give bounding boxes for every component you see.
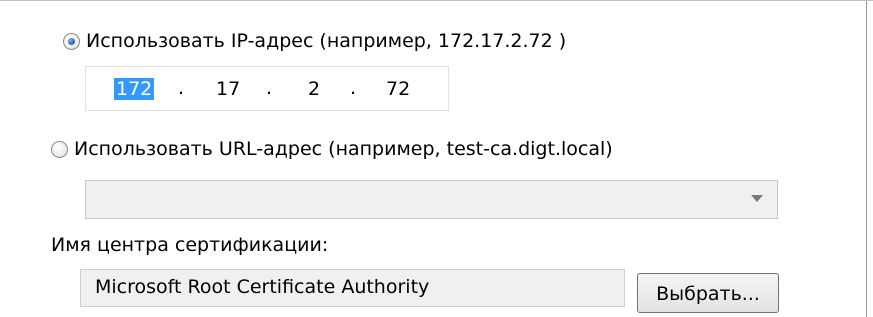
ip-octet-4[interactable]: 72 [386, 78, 410, 100]
choose-ca-button[interactable]: Выбрать... [637, 273, 779, 313]
ip-separator-3: . [350, 77, 357, 99]
url-address-radio-option[interactable]: Использовать URL-адрес (например, test-c… [51, 138, 613, 160]
ip-octet-3[interactable]: 2 [308, 78, 320, 100]
panel-right-border [866, 1, 867, 317]
ip-octet-2[interactable]: 17 [216, 78, 240, 100]
ip-address-radio-label: Использовать IP-адрес (например, 172.17.… [86, 30, 567, 52]
radio-unchecked-icon[interactable] [51, 140, 68, 158]
ip-address-field[interactable]: 172 . 17 . 2 . 72 [85, 66, 449, 111]
url-address-radio-label: Использовать URL-адрес (например, test-c… [74, 138, 613, 160]
ip-address-radio-option[interactable]: Использовать IP-адрес (например, 172.17.… [63, 30, 566, 52]
ca-name-field: Microsoft Root Certificate Authority [80, 269, 625, 307]
chevron-down-icon[interactable] [751, 195, 763, 202]
radio-checked-icon[interactable] [63, 32, 80, 50]
url-address-combobox[interactable] [85, 180, 778, 219]
ip-octet-1[interactable]: 172 [114, 78, 155, 100]
ip-separator-2: . [266, 77, 273, 99]
ip-separator-1: . [178, 77, 185, 99]
ca-name-label: Имя центра сертификации: [51, 234, 329, 256]
connection-settings-panel: Использовать IP-адрес (например, 172.17.… [0, 0, 873, 317]
